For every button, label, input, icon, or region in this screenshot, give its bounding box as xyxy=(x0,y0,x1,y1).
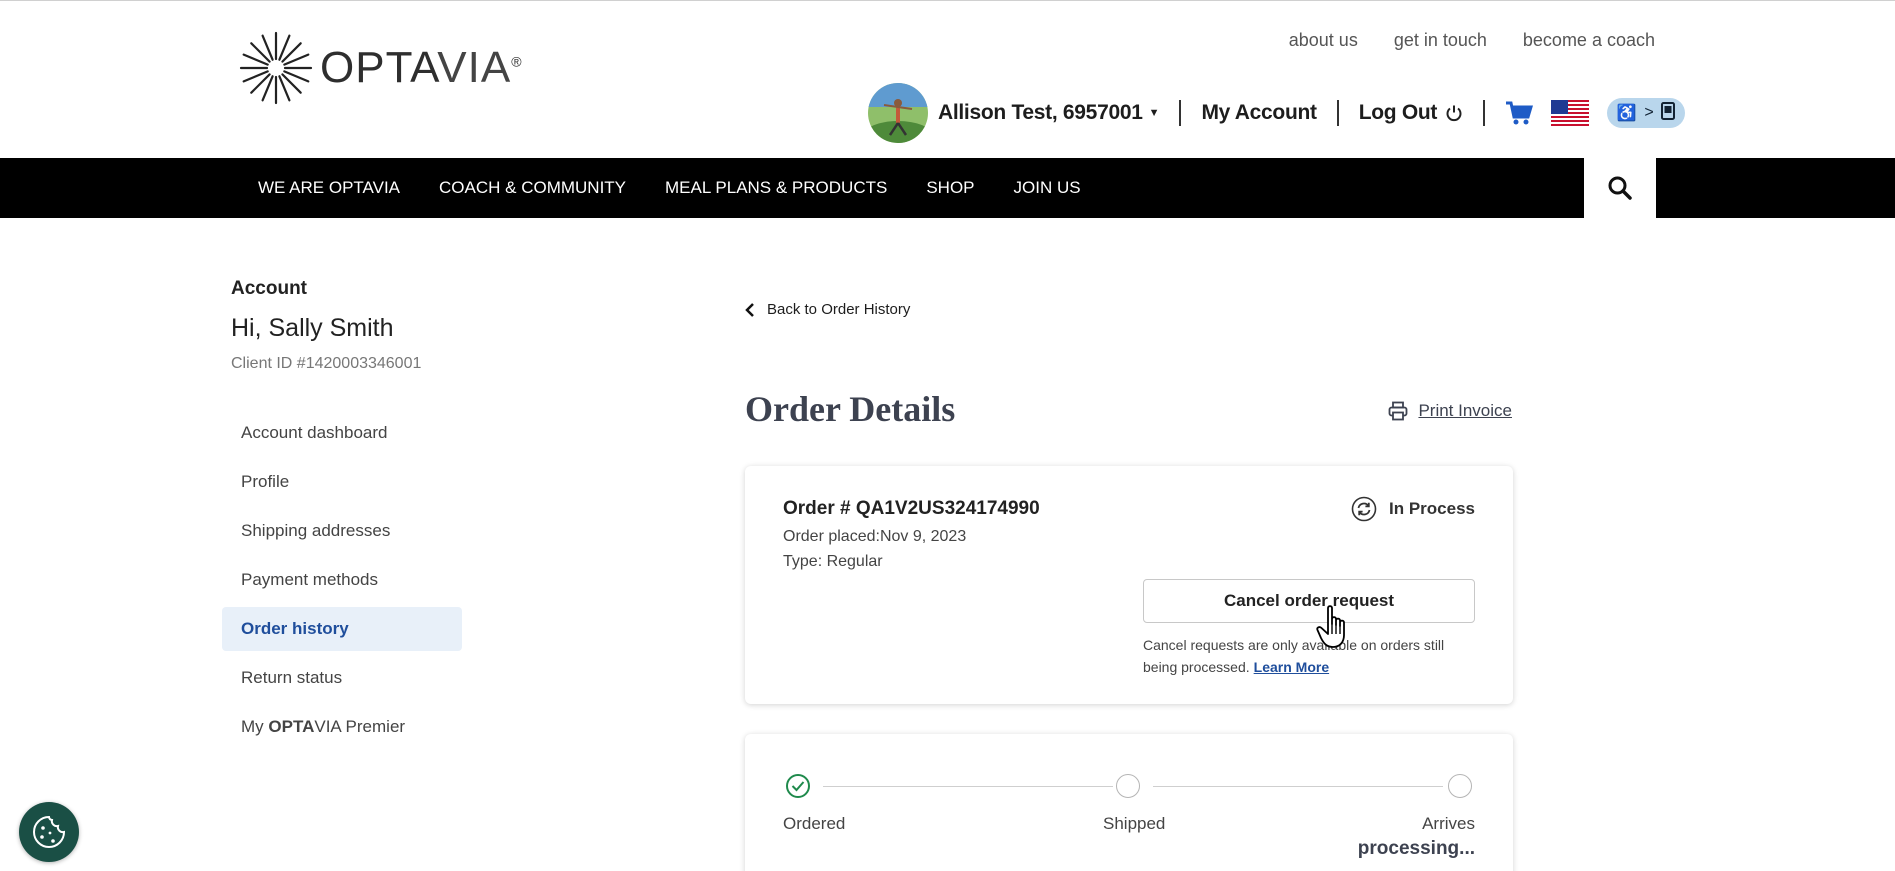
chevron-right-icon: > xyxy=(1644,104,1654,121)
sidebar-item-my-optavia-premier[interactable]: My OPTA VIA Premier xyxy=(222,705,462,749)
step-label-ordered: Ordered xyxy=(783,814,846,833)
back-link-label: Back to Order History xyxy=(767,301,911,318)
hand-cursor-icon xyxy=(1316,604,1356,655)
my-account-link[interactable]: My Account xyxy=(1201,101,1317,125)
back-to-order-history-link[interactable]: Back to Order History xyxy=(745,301,910,318)
nav-item-shop[interactable]: SHOP xyxy=(926,178,974,198)
order-summary-card: Order # QA1V2US324174990 Order placed:No… xyxy=(745,466,1513,704)
order-status-label: In Process xyxy=(1389,499,1475,518)
sync-icon xyxy=(1351,496,1377,522)
page-title: Order Details xyxy=(745,389,956,429)
sidebar-item-payment-methods[interactable]: Payment methods xyxy=(222,558,462,602)
chevron-left-icon xyxy=(745,302,754,317)
power-icon[interactable] xyxy=(1445,104,1463,122)
learn-more-link[interactable]: Learn More xyxy=(1254,659,1329,675)
user-name-dropdown[interactable]: Allison Test, 6957001 xyxy=(938,101,1143,125)
nav-item-we-are-optavia[interactable]: WE ARE OPTAVIA xyxy=(258,178,400,198)
cookie-settings-button[interactable] xyxy=(19,802,79,862)
utility-links: about us get in touch become a coach xyxy=(1289,30,1655,51)
divider xyxy=(1336,100,1339,126)
account-sidebar: Account Hi, Sally Smith Client ID #14200… xyxy=(222,278,462,754)
tracker-line xyxy=(1153,786,1443,787)
order-status: In Process xyxy=(1351,496,1475,522)
ordered-check-icon xyxy=(786,774,810,798)
sidebar-item-shipping-addresses[interactable]: Shipping addresses xyxy=(222,509,462,553)
get-in-touch-link[interactable]: get in touch xyxy=(1394,30,1487,51)
divider xyxy=(1179,100,1182,126)
main-nav: WE ARE OPTAVIA COACH & COMMUNITY MEAL PL… xyxy=(0,158,1895,218)
device-icon xyxy=(1661,101,1676,125)
about-us-link[interactable]: about us xyxy=(1289,30,1358,51)
printer-icon xyxy=(1389,401,1408,421)
client-id: Client ID #1420003346001 xyxy=(231,355,422,372)
avatar[interactable] xyxy=(868,83,928,143)
user-bar: Allison Test, 6957001 ▼ My Account Log O… xyxy=(868,82,1686,144)
arrives-status: processing... xyxy=(1357,838,1475,859)
step-label-arrives: Arrives xyxy=(1422,814,1475,833)
sunburst-logo-icon xyxy=(239,31,313,105)
tracker-line xyxy=(823,786,1113,787)
sidebar-item-order-history[interactable]: Order history xyxy=(222,607,462,651)
sidebar-menu: Account dashboard Profile Shipping addre… xyxy=(222,411,462,749)
order-type: Type: Regular xyxy=(783,553,883,570)
arrives-step-icon xyxy=(1448,774,1472,798)
shipped-step-icon xyxy=(1116,774,1140,798)
logo-wordmark: OPTAVIA® xyxy=(320,43,523,92)
top-border xyxy=(0,0,1895,1)
search-button[interactable] xyxy=(1584,158,1656,218)
sidebar-item-return-status[interactable]: Return status xyxy=(222,656,462,700)
cancel-order-request-button[interactable]: Cancel order request xyxy=(1143,579,1475,623)
cart-icon[interactable] xyxy=(1505,100,1534,126)
nav-item-coach-community[interactable]: COACH & COMMUNITY xyxy=(439,178,626,198)
sidebar-item-account-dashboard[interactable]: Account dashboard xyxy=(222,411,462,455)
sidebar-title: Account xyxy=(231,278,307,299)
cancel-note: Cancel requests are only available on or… xyxy=(1143,634,1475,678)
avatar-photo-icon xyxy=(868,83,928,143)
sidebar-item-profile[interactable]: Profile xyxy=(222,460,462,504)
print-invoice[interactable]: Print Invoice xyxy=(1388,401,1512,421)
print-invoice-link[interactable]: Print Invoice xyxy=(1418,401,1512,421)
log-out-link[interactable]: Log Out xyxy=(1359,101,1438,125)
accessibility-toggle[interactable]: ♿ > xyxy=(1607,98,1686,128)
wheelchair-icon: ♿ xyxy=(1616,105,1637,122)
cookie-icon xyxy=(33,815,66,848)
order-number: Order # QA1V2US324174990 xyxy=(783,498,1040,519)
divider xyxy=(1483,100,1486,126)
nav-item-join-us[interactable]: JOIN US xyxy=(1014,178,1081,198)
step-label-shipped: Shipped xyxy=(1103,814,1166,833)
optavia-logo[interactable]: OPTAVIA® xyxy=(238,30,523,106)
nav-item-meal-plans-products[interactable]: MEAL PLANS & PRODUCTS xyxy=(665,178,887,198)
us-flag-icon[interactable] xyxy=(1551,100,1590,126)
caret-down-icon[interactable]: ▼ xyxy=(1149,107,1160,119)
order-placed-date: Order placed:Nov 9, 2023 xyxy=(783,528,967,545)
greeting: Hi, Sally Smith xyxy=(231,314,394,342)
become-a-coach-link[interactable]: become a coach xyxy=(1523,30,1655,51)
search-icon xyxy=(1608,176,1632,200)
order-tracker-card: Ordered Shipped Arrives processing... xyxy=(745,734,1513,871)
